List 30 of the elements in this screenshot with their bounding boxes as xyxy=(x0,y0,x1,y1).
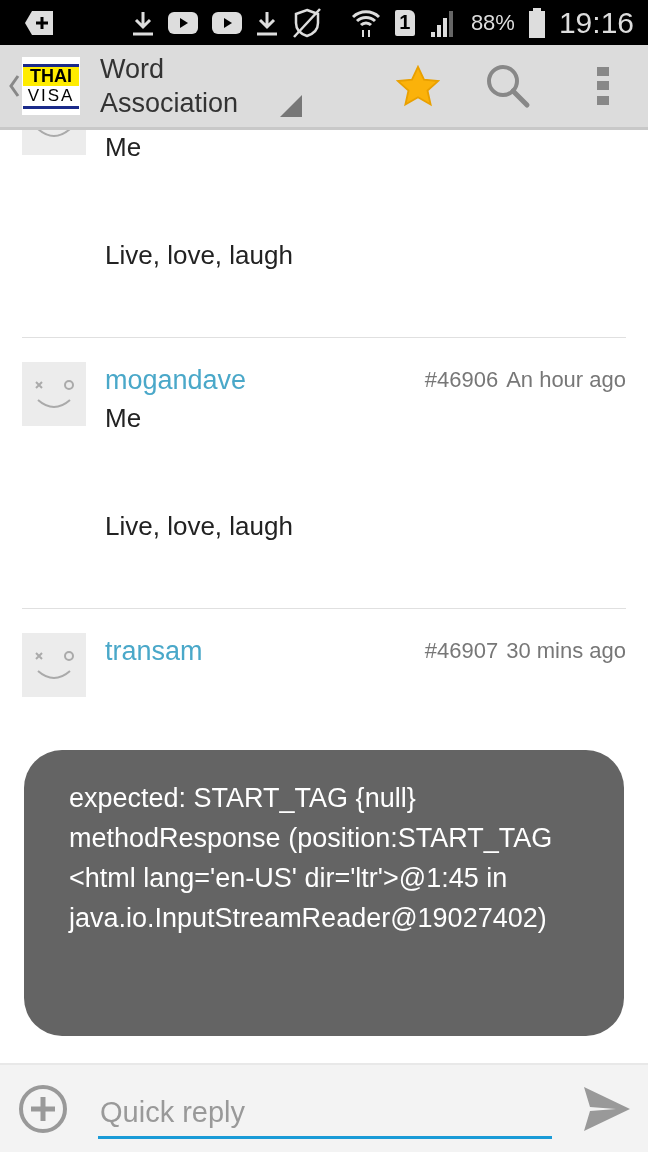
download-icon xyxy=(256,9,278,36)
add-notification-icon xyxy=(24,9,54,36)
post-number: #46906 xyxy=(424,367,499,393)
battery-icon xyxy=(528,7,545,38)
clock: 19:16 xyxy=(558,5,634,40)
app-logo[interactable]: THAI VISA xyxy=(22,57,80,115)
more-icon[interactable] xyxy=(597,67,609,105)
shield-crossed-icon xyxy=(292,6,322,39)
error-toast: expected: START_TAG {null} methodResponse (position:START_TAG <html lang='en-US' dir='ltr'>@1:45 in java.io.InputStreamReader@19027402) xyxy=(24,750,624,1036)
play-icon xyxy=(168,11,198,34)
post-number: #46907 xyxy=(424,638,499,664)
post-text: Live, love, laugh xyxy=(105,239,294,272)
post-text: Live, love, laugh xyxy=(105,510,294,543)
play-icon xyxy=(212,11,242,34)
post-text: Me xyxy=(105,402,143,435)
thread-title[interactable]: Word Association xyxy=(100,52,270,120)
avatar-icon xyxy=(22,362,86,426)
post-text: Me xyxy=(105,131,143,164)
dropdown-caret-icon[interactable] xyxy=(280,95,302,117)
send-icon[interactable] xyxy=(582,1086,630,1131)
download-icon xyxy=(132,9,154,36)
add-icon[interactable] xyxy=(18,1083,68,1134)
sim-indicator: 1 xyxy=(394,9,415,36)
wifi-icon xyxy=(350,7,381,38)
battery-percentage: 88% xyxy=(470,9,515,36)
avatar-icon xyxy=(22,633,86,697)
star-icon[interactable] xyxy=(396,65,440,107)
post-time: An hour ago xyxy=(506,367,626,393)
search-icon[interactable] xyxy=(485,63,531,109)
post-time: 30 mins ago xyxy=(506,638,626,664)
